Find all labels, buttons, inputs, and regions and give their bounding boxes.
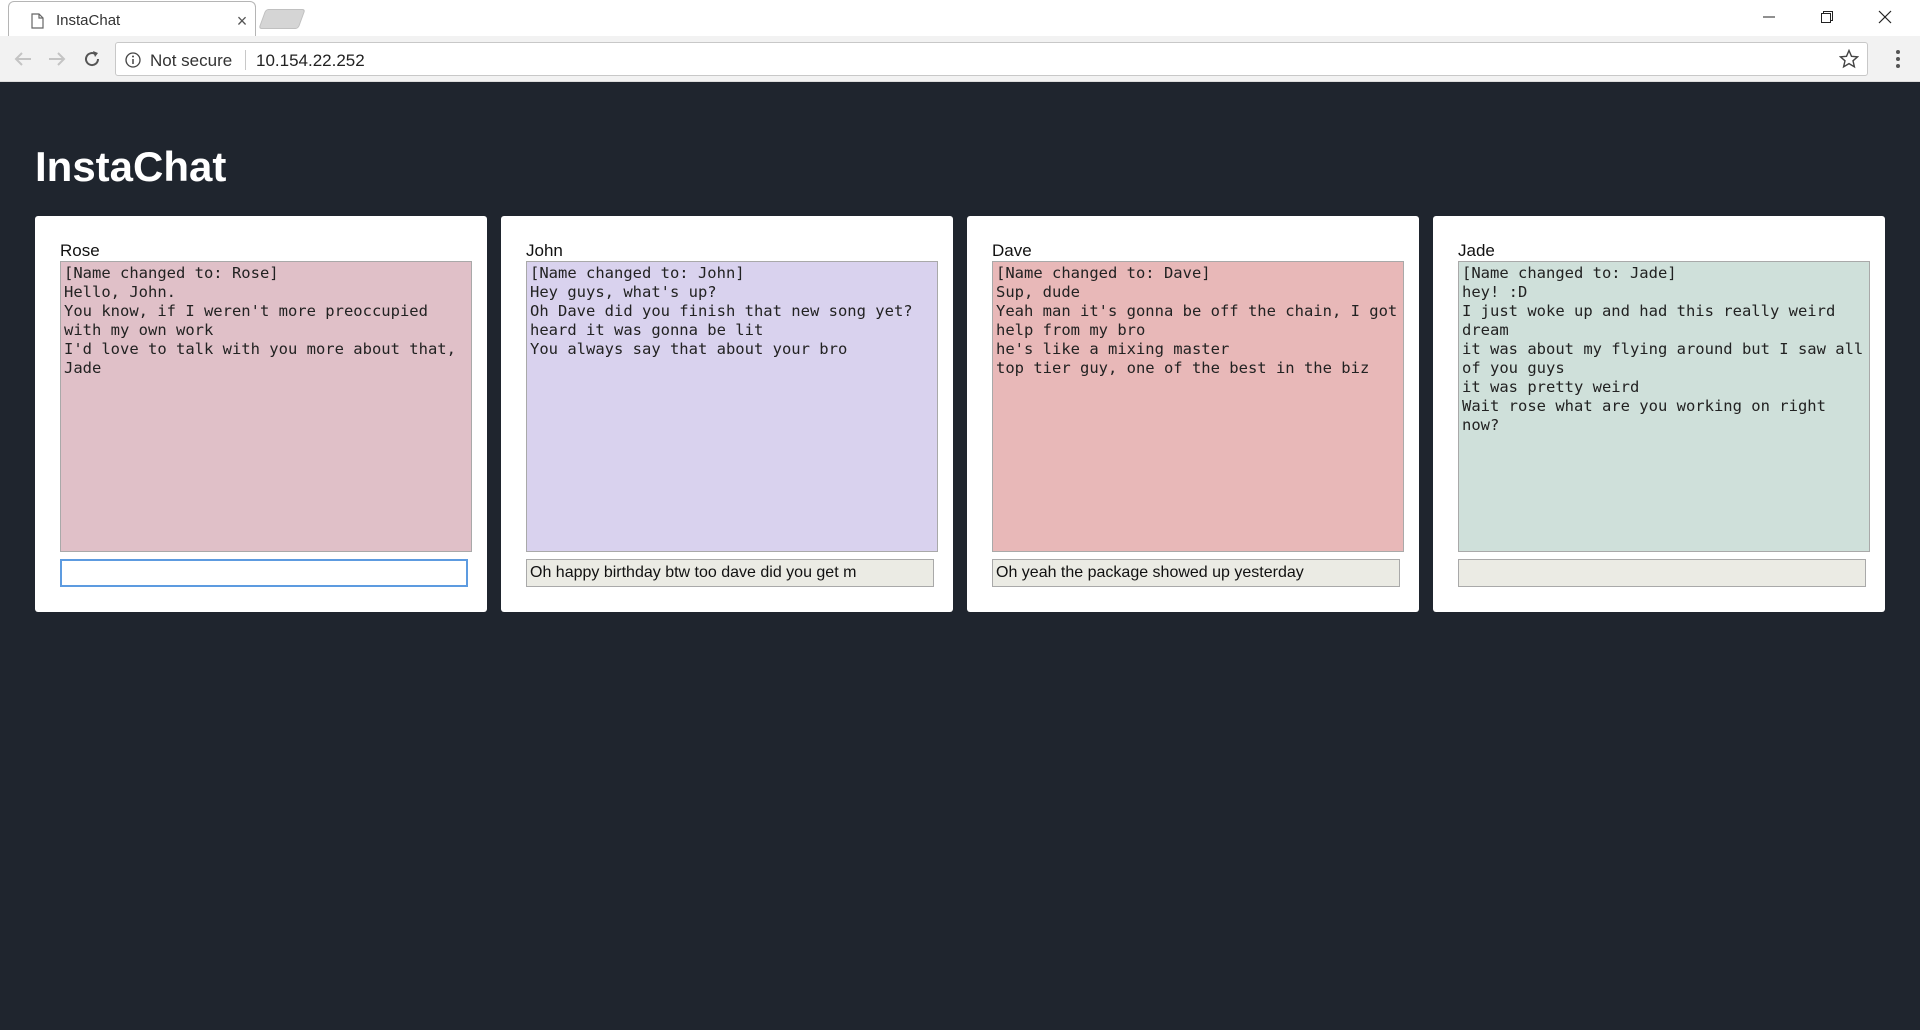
close-tab-icon[interactable]: × bbox=[233, 11, 251, 31]
chat-message: You always say that about your bro bbox=[530, 340, 848, 358]
kebab-menu-icon[interactable] bbox=[1888, 48, 1908, 70]
app-title: InstaChat bbox=[35, 143, 227, 190]
chat-message: [Name changed to: Dave] bbox=[996, 264, 1211, 282]
address-bar[interactable]: Not secure 10.154.22.252 bbox=[115, 42, 1868, 76]
chat-log[interactable]: [Name changed to: Rose] Hello, John. You k… bbox=[60, 261, 472, 552]
chat-user-name: Dave bbox=[992, 241, 1032, 260]
chat-message: I just woke up and had this really weird… bbox=[1462, 302, 1845, 339]
chat-message: top tier guy, one of the best in the biz bbox=[996, 359, 1370, 377]
chat-user-name: John bbox=[526, 241, 563, 260]
reload-icon bbox=[85, 51, 100, 67]
restore-button[interactable] bbox=[1798, 0, 1856, 34]
browser-tab-strip: InstaChat × bbox=[0, 0, 1920, 37]
page-icon bbox=[31, 12, 44, 29]
new-tab-button[interactable] bbox=[258, 9, 306, 29]
minimize-icon bbox=[1763, 16, 1775, 18]
arrow-right-icon bbox=[49, 52, 66, 66]
chat-message: Hello, John. bbox=[64, 283, 176, 301]
chat-message: You know, if I weren't more preoccupied … bbox=[64, 302, 438, 339]
page-body: InstaChat Rose [Name changed to: Rose] He… bbox=[0, 83, 1920, 1030]
info-icon[interactable] bbox=[125, 52, 141, 68]
chat-message: it was pretty weird bbox=[1462, 378, 1640, 396]
close-icon bbox=[1878, 10, 1892, 24]
chat-log[interactable]: [Name changed to: Dave] Sup, dude Yeah man… bbox=[992, 261, 1404, 552]
chat-log[interactable]: [Name changed to: Jade] hey! :D I just wok… bbox=[1458, 261, 1870, 552]
chat-message: hey! :D bbox=[1462, 283, 1528, 301]
chat-message: he's like a mixing master bbox=[996, 340, 1230, 358]
chat-message: Hey guys, what's up? bbox=[530, 283, 717, 301]
chat-user-name: Rose bbox=[60, 241, 100, 260]
minimize-button[interactable] bbox=[1740, 0, 1798, 34]
forward-button[interactable] bbox=[44, 46, 70, 72]
browser-tab[interactable]: InstaChat × bbox=[8, 1, 256, 37]
message-input[interactable] bbox=[992, 559, 1400, 587]
bookmark-star-icon[interactable] bbox=[1839, 49, 1859, 69]
reload-button[interactable] bbox=[79, 46, 105, 72]
url-text[interactable]: 10.154.22.252 bbox=[256, 51, 365, 71]
browser-toolbar: Not secure 10.154.22.252 bbox=[0, 36, 1920, 82]
chat-card-rose: Rose [Name changed to: Rose] Hello, John.… bbox=[35, 216, 487, 612]
message-input[interactable] bbox=[60, 559, 468, 587]
close-window-button[interactable] bbox=[1856, 0, 1914, 34]
chat-log[interactable]: [Name changed to: John] Hey guys, what's … bbox=[526, 261, 938, 552]
chat-message: [Name changed to: John] bbox=[530, 264, 745, 282]
chat-card-john: John [Name changed to: John] Hey guys, wh… bbox=[501, 216, 953, 612]
chat-message: [Name changed to: Rose] bbox=[64, 264, 279, 282]
restore-icon bbox=[1821, 11, 1833, 23]
chat-message: Wait rose what are you working on right … bbox=[1462, 397, 1836, 434]
address-divider bbox=[245, 50, 246, 70]
chat-message: Oh Dave did you finish that new song yet… bbox=[530, 302, 922, 339]
chat-message: Sup, dude bbox=[996, 283, 1080, 301]
chat-message: [Name changed to: Jade] bbox=[1462, 264, 1677, 282]
arrow-left-icon bbox=[14, 52, 31, 66]
chat-panels: Rose [Name changed to: Rose] Hello, John.… bbox=[35, 216, 1885, 612]
chat-message: Yeah man it's gonna be off the chain, I … bbox=[996, 302, 1398, 339]
security-label[interactable]: Not secure bbox=[150, 51, 232, 71]
tab-title: InstaChat bbox=[56, 12, 121, 29]
message-input[interactable] bbox=[526, 559, 934, 587]
chat-card-jade: Jade [Name changed to: Jade] hey! :D I jus… bbox=[1433, 216, 1885, 612]
message-input[interactable] bbox=[1458, 559, 1866, 587]
chat-message: it was about my flying around but I saw … bbox=[1462, 340, 1864, 377]
chat-message: I'd love to talk with you more about tha… bbox=[64, 340, 466, 377]
back-button[interactable] bbox=[10, 46, 36, 72]
chat-card-dave: Dave [Name changed to: Dave] Sup, dude Yea… bbox=[967, 216, 1419, 612]
chat-user-name: Jade bbox=[1458, 241, 1495, 260]
